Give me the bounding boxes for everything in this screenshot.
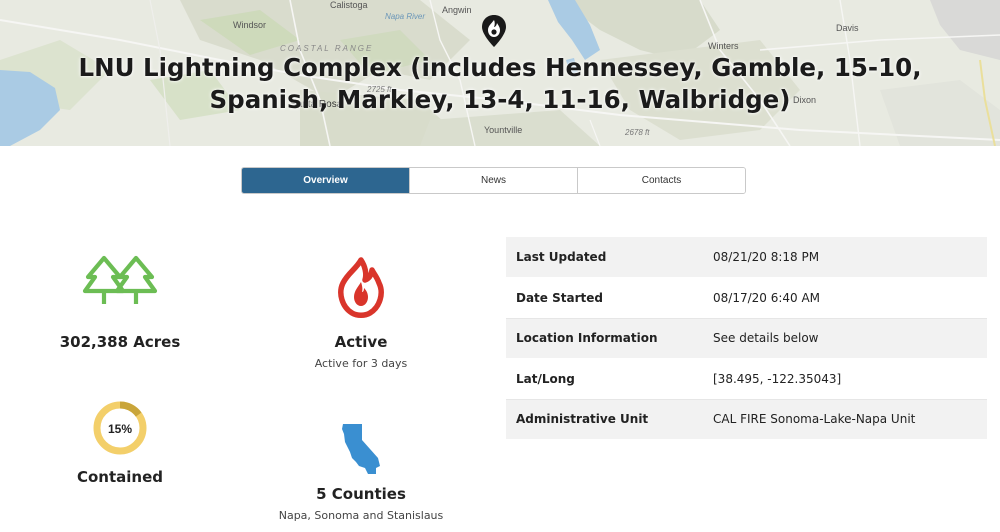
map-label-calistoga: Calistoga	[330, 0, 368, 10]
info-key: Administrative Unit	[506, 399, 703, 440]
info-value: 08/21/20 8:18 PM	[703, 237, 987, 278]
tab-contacts[interactable]: Contacts	[578, 168, 745, 193]
fire-icon	[338, 257, 384, 318]
incident-info-table: Last Updated 08/21/20 8:18 PM Date Start…	[506, 237, 987, 440]
tab-overview[interactable]: Overview	[242, 168, 410, 193]
status-label: Active	[334, 333, 388, 351]
containment-percent: 15%	[107, 422, 133, 436]
tab-bar: Overview News Contacts	[241, 167, 746, 194]
map-label-winters: Winters	[708, 41, 739, 51]
acres-label: 302,388 Acres	[59, 333, 181, 351]
info-value: CAL FIRE Sonoma-Lake-Napa Unit	[703, 399, 987, 440]
table-row: Date Started 08/17/20 6:40 AM	[506, 277, 987, 319]
counties-label: 5 Counties	[316, 485, 406, 503]
tab-news[interactable]: News	[410, 168, 578, 193]
info-value: 08/17/20 6:40 AM	[703, 277, 987, 319]
fire-location-pin-icon	[482, 15, 506, 47]
containment-label: Contained	[76, 468, 163, 486]
info-key: Date Started	[506, 277, 703, 319]
table-row: Lat/Long [38.495, -122.35043]	[506, 358, 987, 400]
info-key: Lat/Long	[506, 358, 703, 400]
table-row: Location Information See details below	[506, 318, 987, 359]
california-map-icon	[342, 424, 380, 474]
status-sub: Active for 3 days	[314, 357, 408, 370]
map-label-yountville: Yountville	[484, 125, 523, 135]
counties-sub: Napa, Sonoma and Stanislaus	[278, 509, 444, 522]
info-value: See details below	[703, 318, 987, 359]
info-key: Last Updated	[506, 237, 703, 278]
trees-icon	[82, 255, 158, 304]
table-row: Administrative Unit CAL FIRE Sonoma-Lake…	[506, 399, 987, 440]
info-key: Location Information	[506, 318, 703, 359]
map-label-davis: Davis	[836, 23, 859, 33]
incident-title: LNU Lightning Complex (includes Hennesse…	[78, 53, 922, 114]
table-row: Last Updated 08/21/20 8:18 PM	[506, 237, 987, 278]
map-label-windsor: Windsor	[233, 20, 267, 30]
map-label-napa-river: Napa River	[385, 12, 426, 21]
map-label-angwin: Angwin	[442, 5, 472, 15]
map-label-elevation-2: 2678 ft	[625, 128, 650, 137]
map-header: Calistoga Angwin Windsor Napa River COAS…	[0, 0, 1000, 146]
info-value: [38.495, -122.35043]	[703, 358, 987, 400]
